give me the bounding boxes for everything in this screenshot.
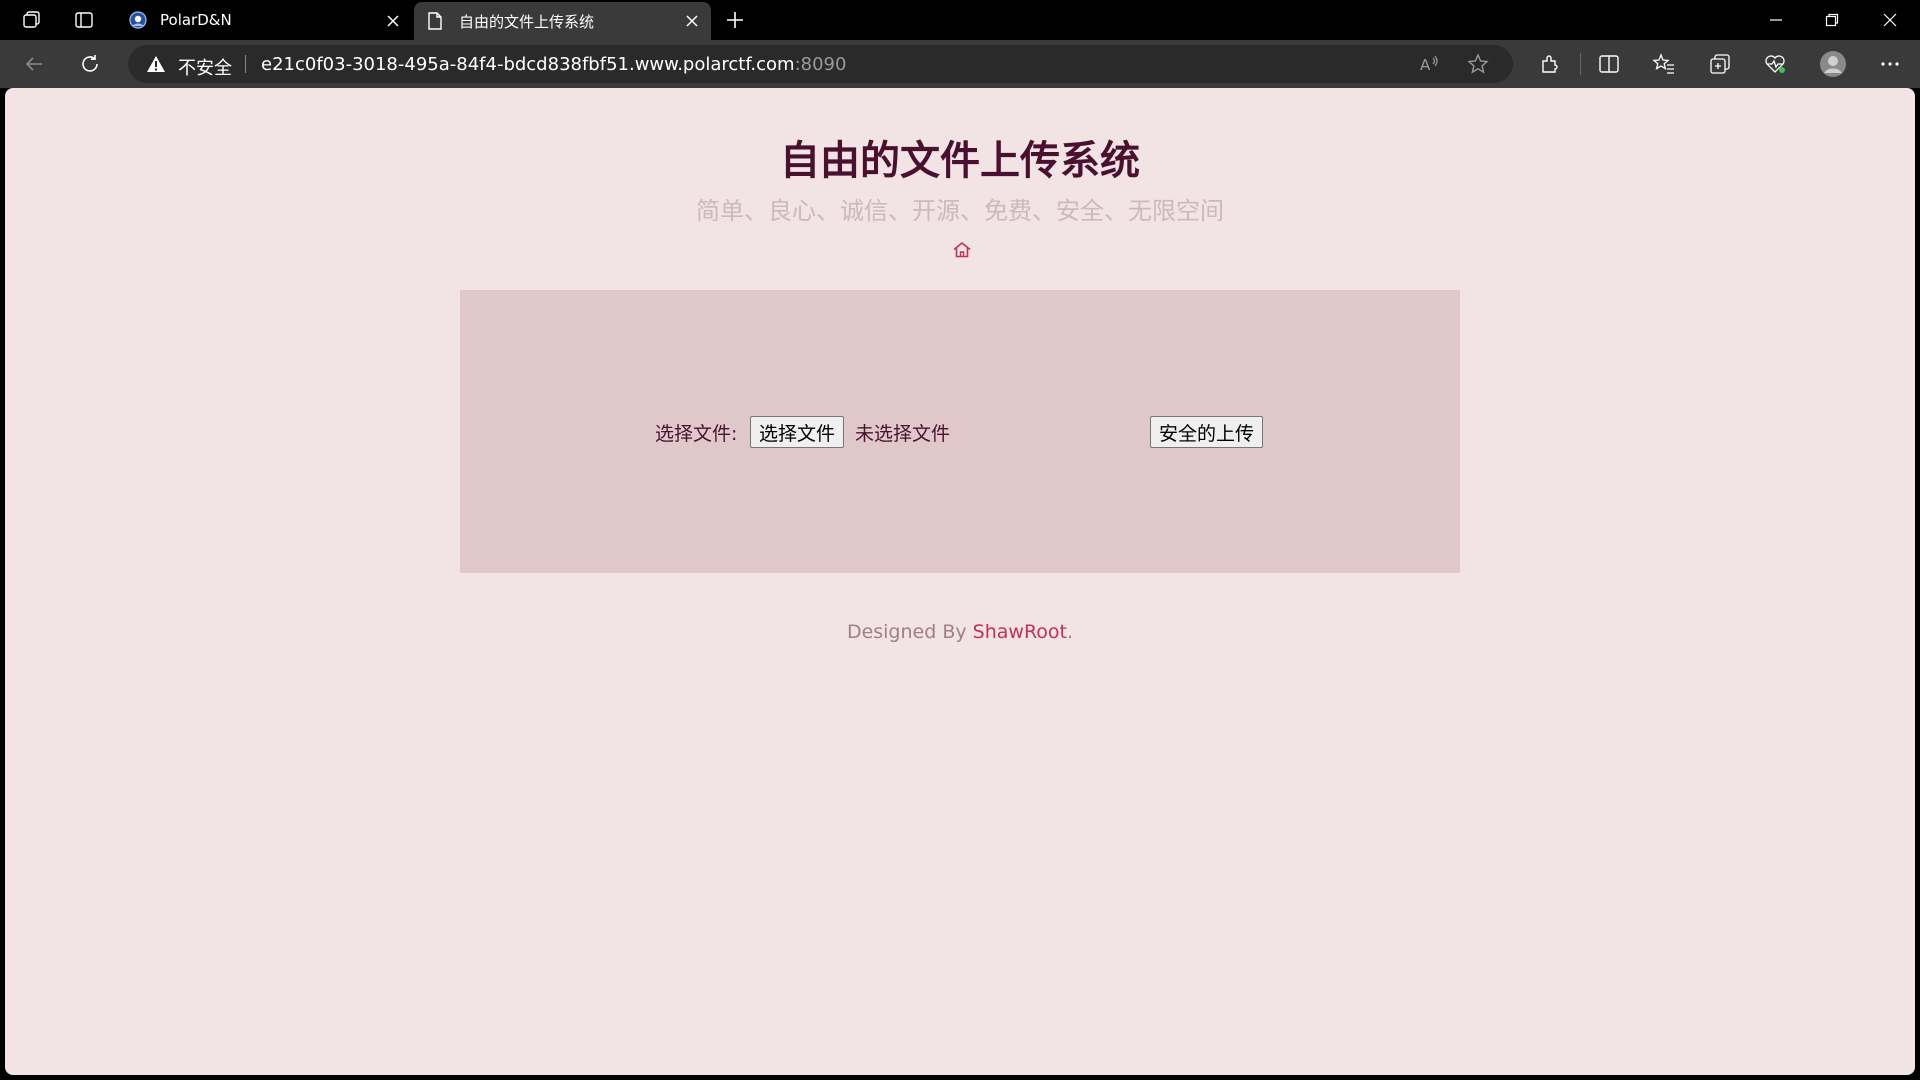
footer: Designed By ShawRoot. bbox=[5, 621, 1915, 643]
url-host: e21c0f03-3018-495a-84f4-bdcd838fbf51.www… bbox=[261, 54, 795, 75]
page-viewport: 自由的文件上传系统 简单、良心、诚信、开源、免费、安全、无限空间 选择文件: 选… bbox=[5, 88, 1915, 1075]
author-link[interactable]: ShawRoot bbox=[973, 621, 1067, 643]
tab-title: 自由的文件上传系统 bbox=[459, 13, 595, 31]
tab-upload-system[interactable]: 自由的文件上传系统 bbox=[414, 2, 711, 40]
split-screen-icon[interactable] bbox=[1593, 49, 1625, 79]
read-aloud-icon[interactable]: A bbox=[1418, 53, 1442, 75]
svg-text:A: A bbox=[1420, 56, 1431, 74]
upload-form: 选择文件: 选择文件 未选择文件 安全的上传 bbox=[460, 290, 1460, 573]
workspaces-icon[interactable] bbox=[17, 6, 47, 34]
back-icon[interactable] bbox=[18, 49, 50, 79]
tab-title: PolarD&N bbox=[160, 11, 232, 29]
extensions-icon[interactable] bbox=[1534, 49, 1566, 79]
page-title: 自由的文件上传系统 bbox=[780, 138, 1140, 184]
file-status: 未选择文件 bbox=[855, 423, 951, 445]
warning-icon[interactable] bbox=[146, 55, 166, 77]
address-divider bbox=[245, 55, 246, 73]
upload-submit-button[interactable]: 安全的上传 bbox=[1150, 416, 1264, 448]
toolbar-divider bbox=[1580, 53, 1581, 75]
favorite-star-icon[interactable] bbox=[1466, 53, 1490, 75]
minimize-icon[interactable] bbox=[1748, 0, 1804, 40]
url-text[interactable]: e21c0f03-3018-495a-84f4-bdcd838fbf51.www… bbox=[261, 54, 846, 75]
close-icon[interactable] bbox=[384, 12, 402, 30]
close-icon[interactable] bbox=[683, 12, 701, 30]
choose-file-button[interactable]: 选择文件 bbox=[750, 416, 845, 448]
profile-avatar-icon[interactable] bbox=[1817, 49, 1849, 79]
browser-essentials-icon[interactable] bbox=[1759, 49, 1791, 79]
url-port: :8090 bbox=[794, 54, 847, 75]
more-options-icon[interactable] bbox=[1874, 49, 1906, 79]
tab-actions-icon[interactable] bbox=[69, 6, 99, 34]
home-icon[interactable] bbox=[951, 239, 973, 261]
page-subtitle: 简单、良心、诚信、开源、免费、安全、无限空间 bbox=[696, 197, 1224, 225]
tab-strip: PolarD&N 自由的文件上传系统 bbox=[0, 0, 1920, 40]
favorites-icon[interactable] bbox=[1648, 49, 1680, 79]
refresh-icon[interactable] bbox=[74, 49, 106, 79]
page-icon bbox=[426, 11, 444, 35]
address-bar[interactable]: 不安全 e21c0f03-3018-495a-84f4-bdcd838fbf51… bbox=[128, 45, 1513, 83]
polar-logo-icon bbox=[128, 10, 148, 34]
security-label[interactable]: 不安全 bbox=[178, 54, 232, 80]
new-tab-icon[interactable] bbox=[720, 6, 750, 34]
collections-icon[interactable] bbox=[1704, 49, 1736, 79]
footer-prefix: Designed By bbox=[846, 621, 973, 643]
file-label: 选择文件: bbox=[655, 423, 738, 445]
footer-suffix: . bbox=[1067, 621, 1074, 643]
tab-polardn[interactable]: PolarD&N bbox=[117, 2, 412, 40]
window-close-icon[interactable] bbox=[1862, 0, 1918, 40]
browser-toolbar: 不安全 e21c0f03-3018-495a-84f4-bdcd838fbf51… bbox=[0, 40, 1920, 88]
restore-icon[interactable] bbox=[1804, 0, 1860, 40]
